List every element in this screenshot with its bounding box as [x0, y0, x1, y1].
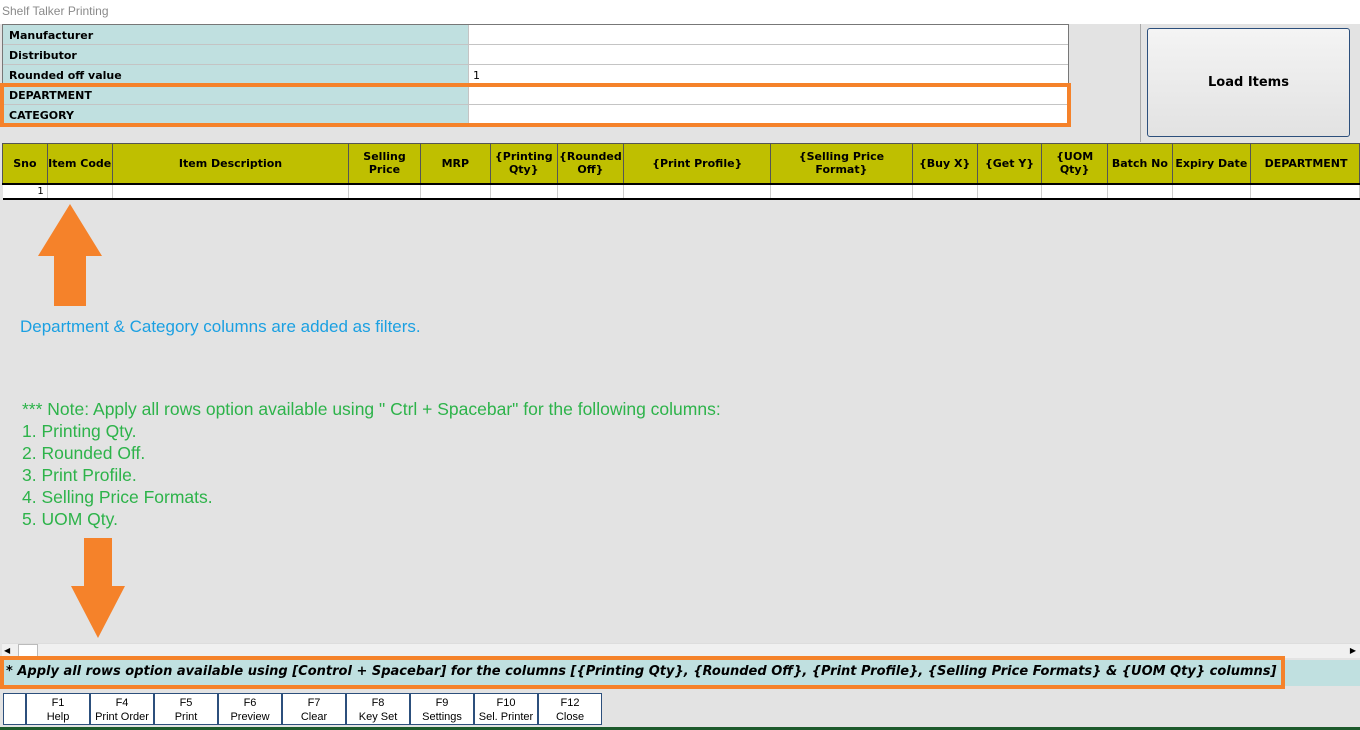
- col-printing-qty[interactable]: {Printing Qty}: [490, 143, 558, 185]
- rounded-off-input[interactable]: 1: [469, 65, 1068, 84]
- note-line: 3. Print Profile.: [22, 465, 137, 485]
- cell[interactable]: [47, 183, 113, 200]
- print-order-button[interactable]: F4 Print Order: [90, 693, 154, 725]
- col-buy-x[interactable]: {Buy X}: [911, 143, 978, 185]
- cell[interactable]: [348, 183, 421, 200]
- filter-row-manufacturer[interactable]: Manufacturer: [3, 25, 1068, 45]
- cell[interactable]: [1250, 183, 1360, 200]
- blank-button[interactable]: [3, 693, 26, 725]
- col-rounded-off[interactable]: {Rounded Off}: [556, 143, 625, 185]
- function-key-bar: F1 Help F4 Print Order F5 Print F6 Preview F…: [3, 693, 602, 725]
- filter-label: Rounded off value: [3, 65, 469, 84]
- label: Settings: [422, 711, 462, 723]
- annotation-note: *** Note: Apply all rows option availabl…: [22, 398, 721, 530]
- key: F9: [435, 697, 449, 709]
- load-items-button[interactable]: Load Items: [1147, 28, 1350, 137]
- label: Close: [555, 711, 585, 723]
- cell[interactable]: [557, 183, 625, 200]
- cell[interactable]: [1107, 183, 1173, 200]
- key: F4: [115, 697, 129, 709]
- clear-button[interactable]: F7 Clear: [282, 693, 346, 725]
- arrow-up-icon: [38, 204, 102, 306]
- cell[interactable]: [912, 183, 978, 200]
- scroll-left-icon[interactable]: ◀: [4, 646, 10, 655]
- preview-button[interactable]: F6 Preview: [218, 693, 282, 725]
- col-get-y[interactable]: {Get Y}: [976, 143, 1043, 185]
- col-selling-price-format[interactable]: {Selling Price Format}: [770, 143, 913, 185]
- cell[interactable]: [1172, 183, 1251, 200]
- col-mrp[interactable]: MRP: [419, 143, 492, 185]
- note-line: 5. UOM Qty.: [22, 509, 118, 529]
- cell-sno[interactable]: 1: [2, 183, 48, 200]
- arrow-down-icon: [71, 538, 125, 638]
- note-line: 2. Rounded Off.: [22, 443, 146, 463]
- print-button[interactable]: F5 Print: [154, 693, 218, 725]
- col-item-description[interactable]: Item Description: [111, 143, 350, 185]
- key: F7: [307, 697, 321, 709]
- col-expiry-date[interactable]: Expiry Date: [1171, 143, 1251, 185]
- filter-row-distributor[interactable]: Distributor: [3, 45, 1068, 65]
- col-item-code[interactable]: Item Code: [46, 143, 113, 185]
- key: F6: [243, 697, 257, 709]
- key: F10: [496, 697, 516, 709]
- label: Key Set: [358, 711, 398, 723]
- help-button[interactable]: F1 Help: [26, 693, 90, 725]
- note-line: *** Note: Apply all rows option availabl…: [22, 399, 721, 419]
- grid-header: Sno Item Code Item Description Selling P…: [2, 143, 1360, 185]
- key: F5: [179, 697, 193, 709]
- divider: [1140, 24, 1141, 142]
- close-button[interactable]: F12 Close: [538, 693, 602, 725]
- highlight-box-filters: [0, 83, 1071, 127]
- cell[interactable]: [490, 183, 558, 200]
- cell[interactable]: [112, 183, 350, 200]
- filter-label: Distributor: [3, 45, 469, 64]
- cell[interactable]: [977, 183, 1043, 200]
- note-line: 4. Selling Price Formats.: [22, 487, 213, 507]
- filter-label: Manufacturer: [3, 25, 469, 44]
- label: Sel. Printer: [478, 711, 534, 723]
- col-sno[interactable]: Sno: [2, 143, 48, 185]
- annotation-department-category: Department & Category columns are added …: [20, 317, 421, 336]
- note-line: 1. Printing Qty.: [22, 421, 137, 441]
- cell[interactable]: [623, 183, 772, 200]
- label: Print: [174, 711, 198, 723]
- select-printer-button[interactable]: F10 Sel. Printer: [474, 693, 538, 725]
- highlight-box-note: [0, 656, 1285, 689]
- items-grid[interactable]: Sno Item Code Item Description Selling P…: [2, 143, 1360, 200]
- col-batch-no[interactable]: Batch No: [1106, 143, 1173, 185]
- table-row[interactable]: 1: [2, 183, 1360, 200]
- window-title: Shelf Talker Printing: [0, 0, 1360, 24]
- label: Preview: [230, 711, 270, 723]
- settings-button[interactable]: F9 Settings: [410, 693, 474, 725]
- col-print-profile[interactable]: {Print Profile}: [623, 143, 772, 185]
- key-set-button[interactable]: F8 Key Set: [346, 693, 410, 725]
- cell[interactable]: [1041, 183, 1108, 200]
- key: F12: [560, 697, 580, 709]
- label: Print Order: [95, 711, 149, 723]
- scroll-right-icon[interactable]: ▶: [1350, 646, 1356, 655]
- label: Clear: [300, 711, 328, 723]
- cell[interactable]: [420, 183, 492, 200]
- col-department[interactable]: DEPARTMENT: [1249, 143, 1360, 185]
- filter-row-rounded-off[interactable]: Rounded off value 1: [3, 65, 1068, 85]
- label: Help: [46, 711, 70, 723]
- key: F1: [51, 697, 65, 709]
- cell[interactable]: [770, 183, 913, 200]
- col-selling-price[interactable]: Selling Price: [348, 143, 421, 185]
- col-uom-qty[interactable]: {UOM Qty}: [1041, 143, 1108, 185]
- key: F8: [371, 697, 385, 709]
- manufacturer-input[interactable]: [469, 25, 1068, 44]
- distributor-input[interactable]: [469, 45, 1068, 64]
